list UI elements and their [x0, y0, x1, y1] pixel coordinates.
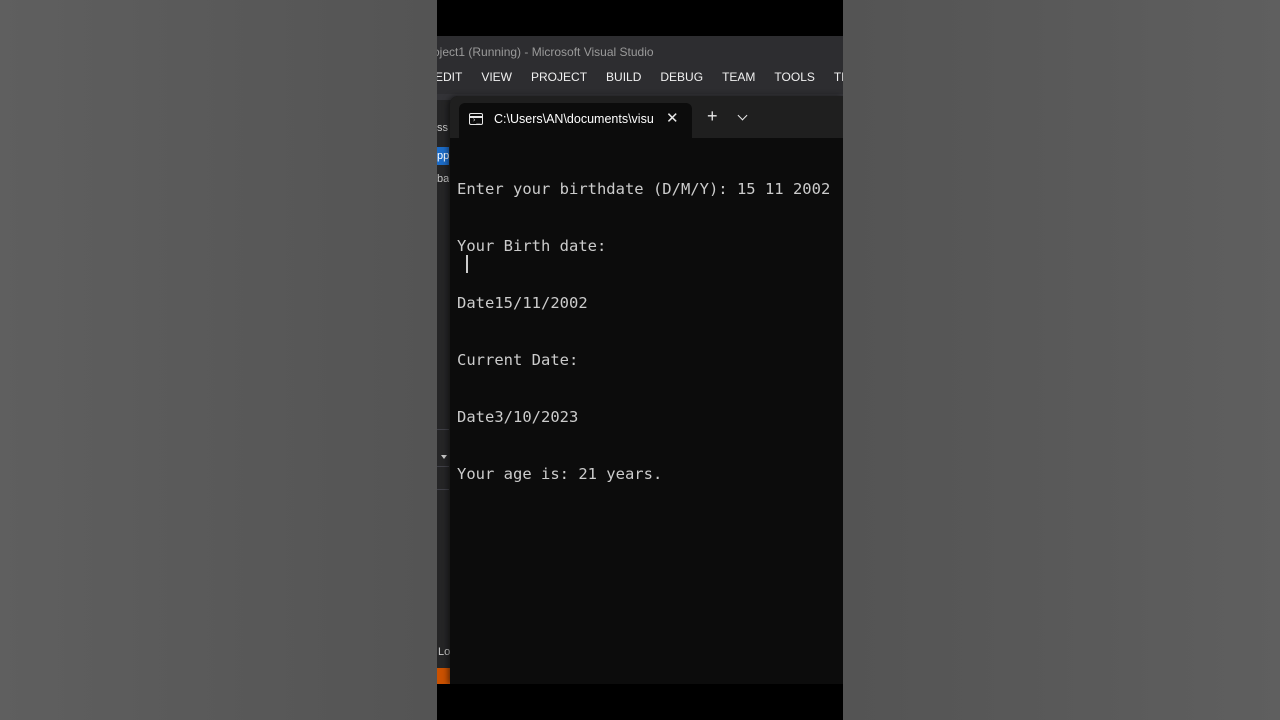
vs-panel-label-global: bal [437, 173, 449, 185]
video-frame: oject1 (Running) - Microsoft Visual Stud… [437, 0, 843, 720]
menu-edit[interactable]: EDIT [437, 70, 462, 86]
vs-panel-divider [437, 489, 449, 490]
menu-view[interactable]: VIEW [481, 70, 512, 86]
text-cursor [466, 255, 468, 273]
vs-panel-label-class: ss: [437, 122, 449, 134]
vs-selected-item[interactable]: pp [437, 147, 449, 165]
vs-status-bar [437, 668, 450, 684]
close-icon[interactable]: ✕ [666, 109, 679, 127]
menu-test[interactable]: TEST [834, 70, 843, 86]
vs-panel-divider [437, 429, 449, 430]
menu-tools[interactable]: TOOLS [774, 70, 814, 86]
terminal-tab-bar: ›_ C:\Users\AN\documents\visual ✕ + [450, 96, 843, 138]
chevron-down-icon[interactable] [737, 110, 748, 121]
vs-panel-divider [437, 466, 449, 467]
terminal-tab[interactable]: ›_ C:\Users\AN\documents\visual ✕ [459, 103, 692, 138]
menu-debug[interactable]: DEBUG [660, 70, 703, 86]
menu-build[interactable]: BUILD [606, 70, 641, 86]
output-line: Your Birth date: [457, 237, 607, 255]
terminal-glyph-icon: ›_ [472, 116, 481, 124]
blurred-background-left [0, 0, 437, 720]
vs-side-panel [437, 100, 450, 684]
blurred-background-right [843, 0, 1280, 720]
output-line: Date15/11/2002 [457, 294, 588, 312]
output-line: Date3/10/2023 [457, 408, 579, 426]
menu-team[interactable]: TEAM [722, 70, 755, 86]
output-line: Enter your birthdate (D/M/Y): 15 11 2002 [457, 180, 831, 198]
output-line: Current Date: [457, 351, 579, 369]
terminal-icon: ›_ [469, 113, 483, 125]
terminal-output[interactable]: Enter your birthdate (D/M/Y): 15 11 2002… [457, 142, 830, 522]
vs-menu-bar: EDIT VIEW PROJECT BUILD DEBUG TEAM TOOLS… [437, 70, 843, 86]
terminal-window: ›_ C:\Users\AN\documents\visual ✕ + Ente… [450, 96, 843, 684]
vs-panel-label-locals[interactable]: Lo [438, 646, 450, 658]
terminal-tab-title: C:\Users\AN\documents\visual [494, 112, 654, 126]
vs-window-title: oject1 (Running) - Microsoft Visual Stud… [437, 45, 654, 59]
output-line: Your age is: 21 years. [457, 465, 663, 483]
chevron-down-icon[interactable] [441, 455, 447, 459]
plus-icon[interactable]: + [707, 107, 718, 125]
menu-project[interactable]: PROJECT [531, 70, 587, 86]
